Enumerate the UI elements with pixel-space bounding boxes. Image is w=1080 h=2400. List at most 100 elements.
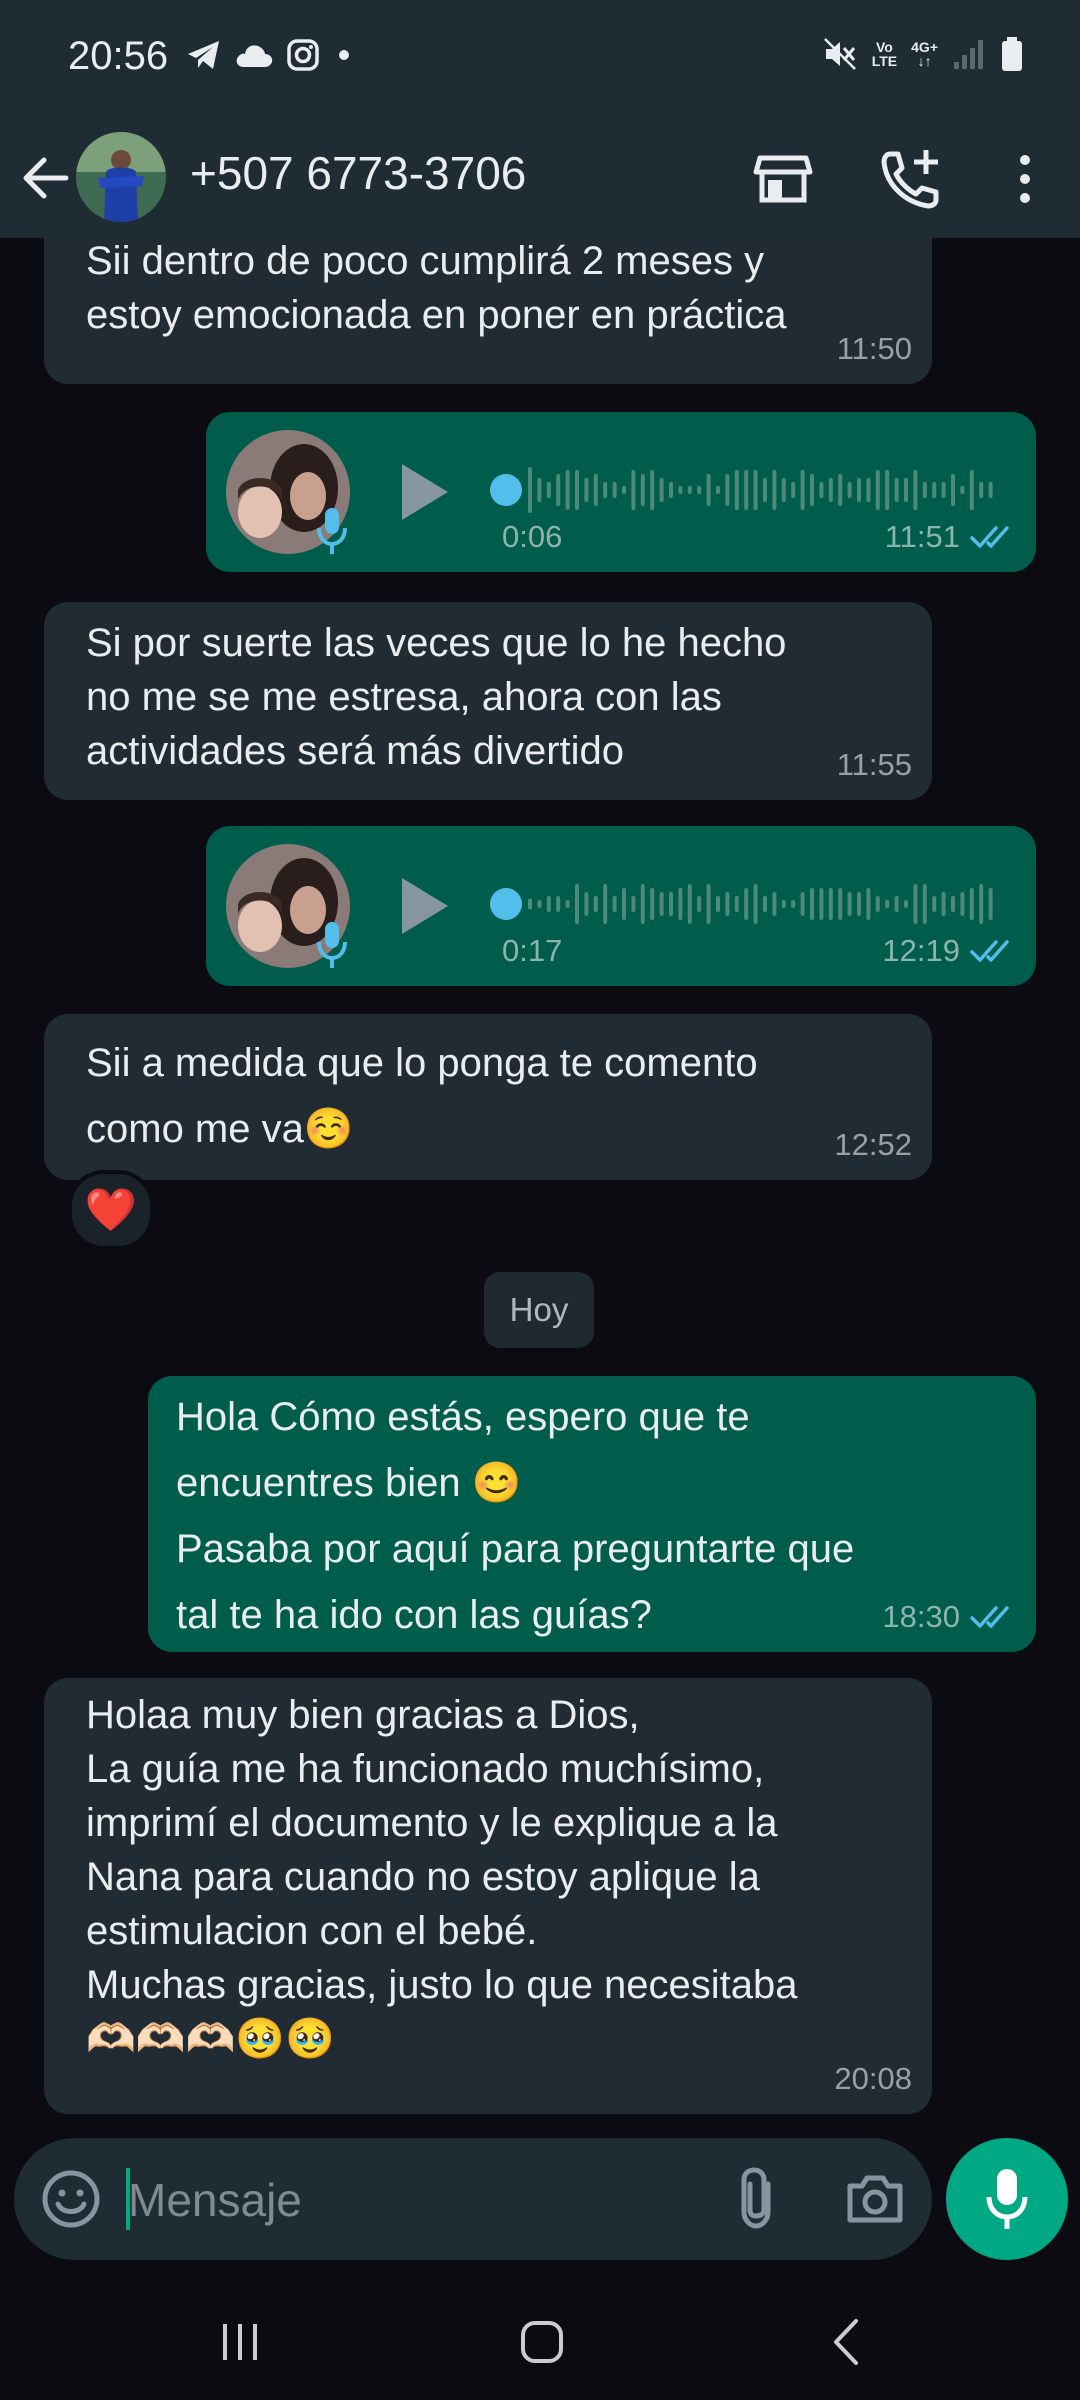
more-options-button[interactable] (990, 144, 1060, 214)
waveform-bar (537, 900, 542, 908)
waveform-bar (913, 884, 918, 924)
status-bar: 20:56 Vo LTE 4G+ ↓↑ (0, 0, 1080, 118)
waveform-bar (612, 482, 617, 498)
message-time: 11:55 (836, 747, 912, 782)
message-time: 11:51 (884, 519, 960, 554)
message-list[interactable]: Sii dentro de poco cumplirá 2 meses y es… (0, 238, 1080, 2128)
waveform-bar (894, 478, 899, 502)
waveform-bar (593, 474, 598, 506)
message-time: 12:52 (834, 1127, 912, 1162)
message-composer (14, 2138, 932, 2260)
waveform-bar (584, 892, 589, 916)
nav-back-button[interactable] (806, 2302, 886, 2382)
waveform-bar (612, 896, 617, 912)
message-bubble-incoming[interactable]: Holaa muy bien gracias a Dios, La guía m… (44, 1678, 932, 2114)
waveform-bar (800, 470, 805, 510)
voice-message-outgoing[interactable]: 0:17 12:19 (206, 826, 1036, 986)
message-time: 11:50 (836, 331, 912, 366)
add-call-button[interactable] (876, 144, 946, 214)
message-bubble-incoming[interactable]: Si por suerte las veces que lo he hecho … (44, 602, 932, 800)
chat-header: +507 6773-3706 (0, 118, 1080, 238)
waveform-bar (687, 884, 692, 924)
telegram-icon (188, 41, 219, 69)
waveform-bar (546, 482, 551, 498)
waveform-bar (528, 898, 532, 910)
waveform-bar (753, 470, 758, 510)
waveform-bar (697, 896, 702, 912)
message-text: Si por suerte las veces que lo he hecho … (86, 621, 787, 773)
waveform-bar (791, 900, 796, 908)
message-text: Hola Cómo estás, espero que te encuentre… (176, 1395, 855, 1637)
store-icon (753, 155, 813, 203)
waveform-bar (810, 888, 814, 920)
home-button[interactable] (502, 2302, 582, 2382)
emoji-icon[interactable] (40, 2168, 102, 2230)
contact-name[interactable]: +507 6773-3706 (190, 146, 526, 200)
reaction-badge[interactable]: ❤️ (68, 1170, 154, 1250)
voice-message-outgoing[interactable]: 0:06 11:51 (206, 412, 1036, 572)
waveform-bar (969, 470, 974, 510)
system-icons: Vo LTE 4G+ ↓↑ (822, 36, 1024, 72)
play-icon[interactable] (392, 874, 456, 938)
waveform-bar (734, 896, 739, 912)
waveform-bar (838, 888, 843, 920)
attach-icon[interactable] (730, 2166, 784, 2232)
battery-icon (1002, 37, 1022, 71)
waveform-bar (763, 478, 767, 502)
message-bubble-outgoing[interactable]: Hola Cómo estás, espero que te encuentre… (148, 1376, 1036, 1652)
system-nav-bar (0, 2268, 1080, 2400)
waveform-bar (847, 892, 852, 916)
message-text: Sii a medida que lo ponga te comento com… (86, 1041, 758, 1151)
waveform-bar (640, 884, 645, 924)
waveform-bar (866, 888, 871, 920)
waveform-bar (706, 474, 711, 506)
data-arrows-icon: ↓↑ (917, 53, 932, 69)
waveform-bar (763, 896, 767, 912)
contact-photo (76, 132, 166, 222)
waveform-bar (528, 467, 532, 513)
text-cursor (126, 2168, 130, 2230)
waveform-bar (565, 470, 570, 510)
waveform-bar (622, 486, 626, 494)
recent-apps-icon (223, 2324, 257, 2360)
waveform-bar (706, 884, 711, 924)
instagram-icon (287, 39, 319, 71)
voice-record-button[interactable] (946, 2138, 1068, 2260)
voice-mic-icon (317, 922, 347, 968)
message-time-row: 12:19 (882, 924, 1016, 978)
message-bubble-incoming[interactable]: Sii dentro de poco cumplirá 2 meses y es… (44, 238, 932, 384)
waveform-bar (697, 486, 702, 494)
recent-apps-button[interactable] (200, 2302, 280, 2382)
mic-icon (986, 2169, 1028, 2229)
message-time-row: 11:50 (837, 322, 912, 376)
waveform-bar (810, 474, 814, 506)
waveform-bar (659, 478, 664, 502)
waveform-bar (678, 486, 683, 494)
waveform-bar (556, 474, 561, 506)
waveform-bar (828, 478, 833, 502)
waveform-bar (781, 900, 786, 908)
store-button[interactable] (748, 144, 818, 214)
waveform-bar (875, 896, 880, 912)
waveform-bar (716, 896, 720, 912)
message-input[interactable] (126, 2164, 690, 2236)
cloud-icon (236, 45, 273, 67)
waveform-bar (838, 474, 843, 506)
waveform-bar (913, 470, 918, 510)
back-button[interactable] (20, 138, 80, 218)
contact-avatar[interactable] (76, 132, 166, 222)
notification-icons (186, 38, 356, 72)
message-time: 20:08 (834, 2061, 912, 2096)
waveform-bar (678, 888, 683, 920)
message-text: Sii dentro de poco cumplirá 2 meses y es… (86, 239, 787, 337)
play-icon[interactable] (392, 460, 456, 524)
waveform-bar (969, 888, 974, 920)
camera-icon[interactable] (844, 2168, 906, 2230)
waveform-bar (565, 900, 570, 908)
waveform-bar (640, 474, 645, 506)
add-call-icon (881, 150, 939, 209)
message-bubble-incoming[interactable]: Sii a medida que lo ponga te comento com… (44, 1014, 932, 1180)
volte-bottom-label: LTE (871, 53, 898, 69)
read-ticks-icon (970, 526, 1009, 548)
read-ticks-icon (970, 940, 1009, 962)
